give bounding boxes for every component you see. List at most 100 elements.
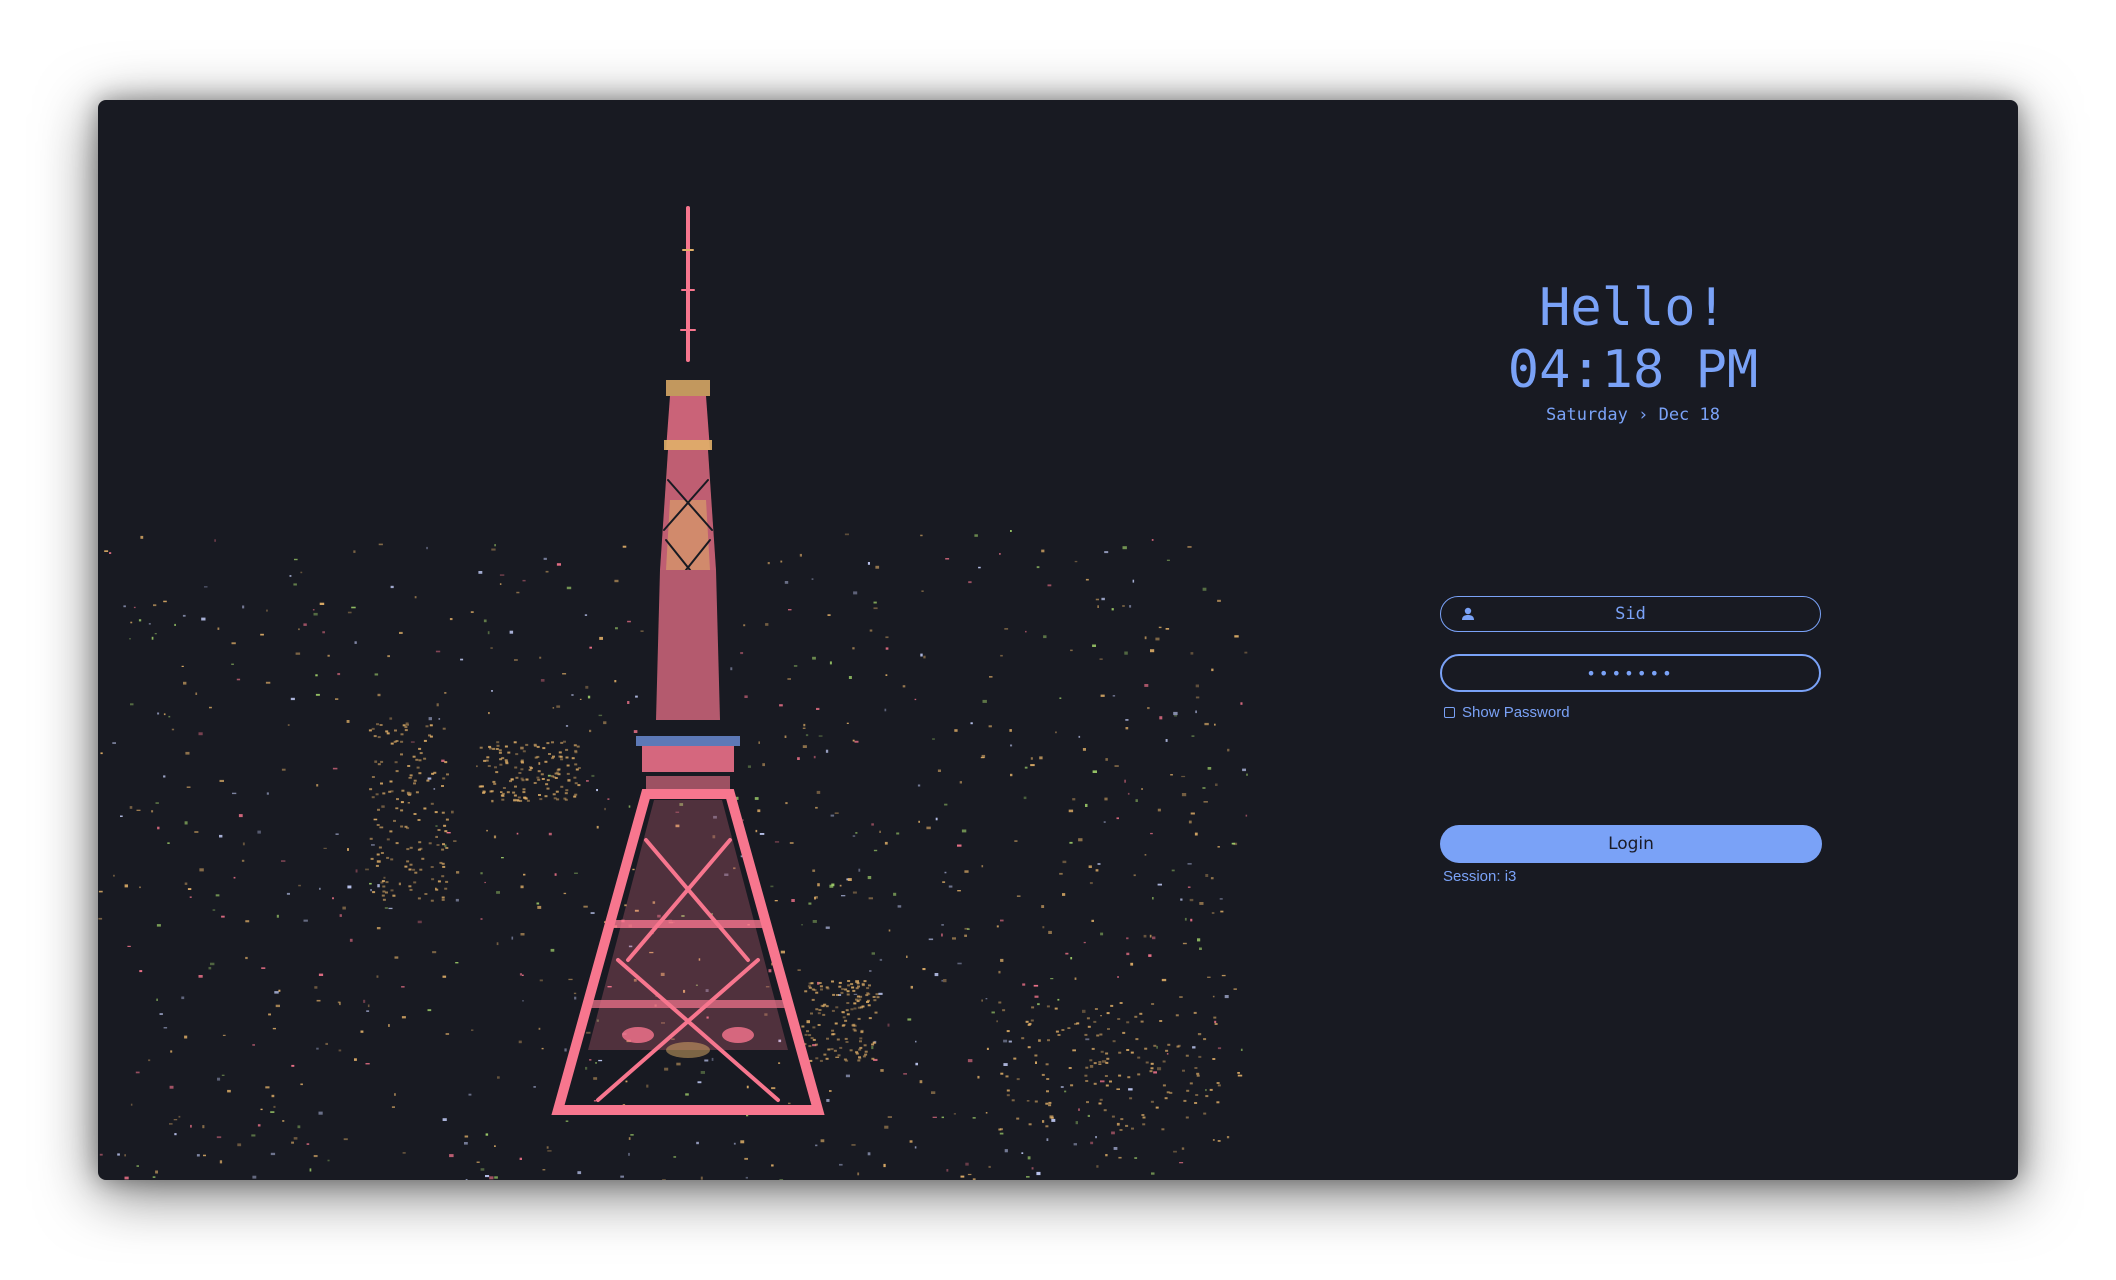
show-password-toggle[interactable]: Show Password	[1444, 704, 1570, 721]
city-light	[209, 706, 212, 709]
building-window-light	[1086, 1101, 1089, 1104]
city-light	[276, 914, 279, 918]
city-light	[379, 826, 384, 829]
city-light	[820, 1139, 825, 1143]
building-window-light	[498, 749, 502, 752]
city-light	[518, 1040, 522, 1044]
building-window-light	[528, 769, 532, 771]
session-selector[interactable]: Session: i3	[1443, 868, 1516, 885]
building-window-light	[851, 986, 855, 989]
city-light	[140, 535, 144, 539]
city-light	[1179, 996, 1183, 998]
city-light	[480, 1168, 485, 1171]
city-light	[589, 646, 592, 649]
building-window-light	[556, 769, 560, 771]
user-icon	[1462, 607, 1474, 620]
city-light	[814, 896, 818, 899]
building-window-light	[394, 761, 398, 764]
city-light	[104, 550, 109, 552]
city-light	[414, 596, 417, 599]
city-light	[1217, 599, 1221, 602]
building-window-light	[556, 798, 560, 801]
city-light	[233, 876, 236, 879]
city-light	[1240, 1048, 1243, 1051]
city-light	[1234, 635, 1239, 638]
city-light	[1100, 1080, 1105, 1083]
building-window-light	[539, 798, 543, 801]
city-light	[1190, 812, 1195, 815]
building-window-light	[1194, 1067, 1198, 1069]
city-light	[573, 992, 577, 995]
building-window-light	[1183, 1099, 1187, 1102]
building-window-light	[382, 885, 386, 888]
building-window-light	[846, 1013, 850, 1016]
city-light	[511, 936, 514, 940]
city-light	[787, 678, 791, 680]
building-window-light	[846, 990, 850, 993]
building-window-light	[400, 733, 404, 736]
building-window-light	[832, 993, 836, 996]
city-light	[1179, 1162, 1184, 1164]
city-light	[972, 1178, 976, 1180]
city-light	[1078, 735, 1081, 738]
city-light	[1197, 1033, 1202, 1036]
building-window-light	[417, 848, 421, 851]
city-light	[407, 802, 410, 804]
city-light	[1047, 584, 1052, 587]
city-light	[808, 902, 812, 905]
city-light	[980, 756, 985, 759]
city-light	[957, 844, 962, 847]
building-window-light	[404, 729, 408, 732]
city-light	[167, 842, 170, 844]
building-window-light	[1112, 1040, 1116, 1043]
building-window-light	[1055, 1030, 1059, 1033]
city-light	[1037, 1003, 1040, 1006]
building-window-light	[852, 989, 856, 992]
city-light	[1244, 651, 1248, 654]
city-light	[1057, 998, 1060, 1001]
city-light	[985, 998, 988, 1000]
building-window-light	[858, 1048, 862, 1051]
building-window-light	[425, 725, 429, 728]
building-window-light	[857, 1059, 861, 1062]
city-light	[487, 631, 490, 635]
building-window-light	[842, 1016, 846, 1019]
city-light	[596, 789, 598, 792]
login-button[interactable]: Login	[1440, 825, 1822, 863]
city-light	[1097, 605, 1099, 608]
city-light	[1030, 764, 1035, 767]
building-window-light	[577, 767, 581, 769]
city-light	[444, 692, 447, 694]
building-window-light	[1153, 1044, 1157, 1047]
city-light	[961, 829, 967, 833]
city-light	[313, 612, 318, 616]
building-window-light	[545, 783, 549, 786]
city-light	[825, 926, 830, 929]
building-window-light	[565, 789, 569, 792]
city-light	[587, 695, 591, 699]
password-field[interactable]: •••••••	[1440, 654, 1821, 692]
show-password-checkbox[interactable]	[1444, 707, 1455, 718]
city-light	[920, 653, 923, 657]
building-window-light	[811, 998, 815, 1001]
building-window-light	[375, 793, 379, 796]
city-light	[347, 848, 349, 851]
city-light	[941, 924, 944, 926]
username-field[interactable]: Sid	[1440, 596, 1821, 632]
city-light	[124, 1176, 129, 1180]
building-window-light	[836, 1038, 840, 1041]
city-light	[897, 905, 902, 908]
building-window-light	[409, 888, 413, 891]
building-window-light	[386, 838, 390, 841]
building-window-light	[430, 866, 434, 868]
city-light	[1021, 1152, 1024, 1154]
city-light	[834, 812, 839, 814]
city-light	[855, 832, 858, 834]
building-window-light	[413, 881, 417, 884]
building-window-light	[571, 757, 575, 760]
city-light	[851, 1144, 856, 1146]
building-window-light	[1107, 1028, 1110, 1030]
city-light	[914, 698, 917, 701]
city-light	[893, 892, 897, 896]
building-window-light	[444, 887, 448, 890]
